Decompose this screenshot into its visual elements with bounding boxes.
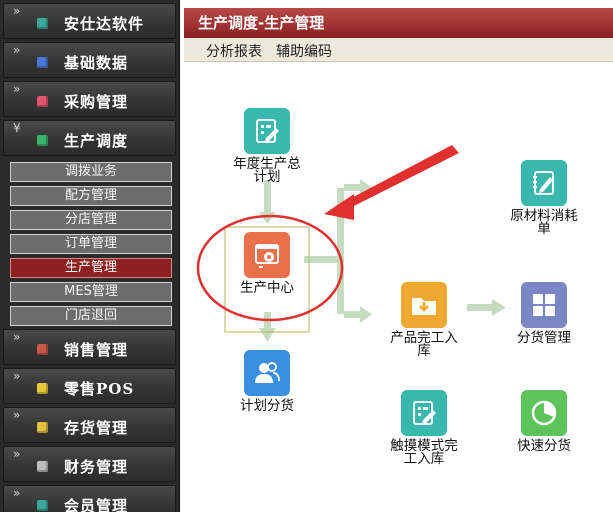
quick-distribution-tile[interactable] xyxy=(521,390,567,436)
flow-canvas: 年度生产总 计划 生产中心 计划分货 原材料消耗 单 产品完工入 库 分货管理 … xyxy=(184,62,613,512)
submenu-production[interactable]: 生产管理 xyxy=(10,258,172,278)
gear-window-icon xyxy=(255,244,279,268)
module-icon xyxy=(37,344,48,355)
submenu-mes[interactable]: MES管理 xyxy=(10,282,172,302)
analysis-report-link[interactable]: 分析报表 xyxy=(206,41,262,61)
users-icon xyxy=(255,362,280,383)
node-label: 生产中心 xyxy=(240,280,294,296)
node-label: 计划分货 xyxy=(240,398,294,414)
sidebar-category-label: 采购管理 xyxy=(64,93,129,111)
page-title: 生产调度-生产管理 xyxy=(184,8,613,38)
node-label: 快速分货 xyxy=(517,438,571,454)
toolbar: 分析报表 辅助编码 xyxy=(184,38,613,62)
annotation-arrow xyxy=(342,145,459,210)
sidebar-category-label: 销售管理 xyxy=(64,341,129,359)
sidebar-category-label: 零售POS xyxy=(64,380,135,398)
sidebar-category-retail-pos[interactable]: » 零售POS xyxy=(3,368,176,404)
sidebar-category-label: 生产调度 xyxy=(64,132,129,150)
folder-download-icon xyxy=(412,298,436,315)
sidebar-category-label: 安仕达软件 xyxy=(64,15,145,33)
notebook-icon xyxy=(533,171,554,195)
module-icon xyxy=(37,500,48,511)
production-center-tile[interactable] xyxy=(244,232,290,278)
quick-distribution-node[interactable]: 快速分货 xyxy=(504,390,584,453)
module-icon xyxy=(37,383,48,394)
aux-code-link[interactable]: 辅助编码 xyxy=(276,41,332,61)
sidebar-category-sales[interactable]: » 销售管理 xyxy=(3,329,176,365)
edit-form-icon xyxy=(413,401,436,425)
sidebar-category-label: 财务管理 xyxy=(64,458,129,476)
grid-icon xyxy=(533,294,555,316)
chevron-icon: ¥ xyxy=(13,121,21,135)
module-icon xyxy=(37,422,48,433)
sidebar-category-basic-data[interactable]: » 基础数据 xyxy=(3,42,176,78)
submenu-order[interactable]: 订单管理 xyxy=(10,234,172,254)
submenu-store-return[interactable]: 门店退回 xyxy=(10,306,172,326)
chevron-icon: » xyxy=(13,408,21,422)
sidebar: » 安仕达软件 » 基础数据 » 采购管理 ¥ 生产调度 调拨业务 配方管理 分… xyxy=(0,0,180,512)
sidebar-category-label: 基础数据 xyxy=(64,54,129,72)
chevron-icon: » xyxy=(13,82,21,96)
node-label: 原材料消耗 单 xyxy=(510,208,578,237)
module-icon xyxy=(37,461,48,472)
module-icon xyxy=(37,57,48,68)
node-label: 触摸模式完 工入库 xyxy=(390,438,458,467)
edit-form-icon xyxy=(256,119,279,143)
sidebar-category-finance[interactable]: » 财务管理 xyxy=(3,446,176,482)
sidebar-category-production[interactable]: ¥ 生产调度 xyxy=(3,120,176,156)
chevron-icon: » xyxy=(13,369,21,383)
node-label: 产品完工入 库 xyxy=(390,330,458,359)
chevron-icon: » xyxy=(13,43,21,57)
submenu-recipe[interactable]: 配方管理 xyxy=(10,186,172,206)
distribution-mgmt-tile[interactable] xyxy=(521,282,567,328)
distribution-mgmt-node[interactable]: 分货管理 xyxy=(504,282,584,345)
annual-plan-tile[interactable] xyxy=(244,108,290,154)
touch-storage-node[interactable]: 触摸模式完 工入库 xyxy=(384,390,464,466)
annual-plan-node[interactable]: 年度生产总 计划 xyxy=(227,108,307,184)
pie-chart-icon xyxy=(531,400,557,426)
submenu-branch[interactable]: 分店管理 xyxy=(10,210,172,230)
production-center-node[interactable]: 生产中心 xyxy=(227,232,307,295)
node-label: 年度生产总 计划 xyxy=(233,156,301,185)
chevron-icon: » xyxy=(13,4,21,18)
module-icon xyxy=(37,135,48,146)
plan-distribution-node[interactable]: 计划分货 xyxy=(227,350,307,413)
chevron-icon: » xyxy=(13,330,21,344)
sidebar-category-inventory[interactable]: » 存货管理 xyxy=(3,407,176,443)
module-icon xyxy=(37,96,48,107)
sidebar-category-membership[interactable]: » 会员管理 xyxy=(3,485,176,512)
touch-storage-tile[interactable] xyxy=(401,390,447,436)
finished-storage-node[interactable]: 产品完工入 库 xyxy=(384,282,464,358)
sidebar-category-label: 存货管理 xyxy=(64,419,129,437)
node-label: 分货管理 xyxy=(517,330,571,346)
module-icon xyxy=(37,18,48,29)
sidebar-category-anshida[interactable]: » 安仕达软件 xyxy=(3,3,176,39)
material-consumption-node[interactable]: 原材料消耗 单 xyxy=(504,160,584,236)
sidebar-category-label: 会员管理 xyxy=(64,497,129,512)
chevron-icon: » xyxy=(13,486,21,500)
material-consumption-tile[interactable] xyxy=(521,160,567,206)
finished-storage-tile[interactable] xyxy=(401,282,447,328)
chevron-icon: » xyxy=(13,447,21,461)
plan-distribution-tile[interactable] xyxy=(244,350,290,396)
submenu-transfer[interactable]: 调拨业务 xyxy=(10,162,172,182)
sidebar-category-purchasing[interactable]: » 采购管理 xyxy=(3,81,176,117)
